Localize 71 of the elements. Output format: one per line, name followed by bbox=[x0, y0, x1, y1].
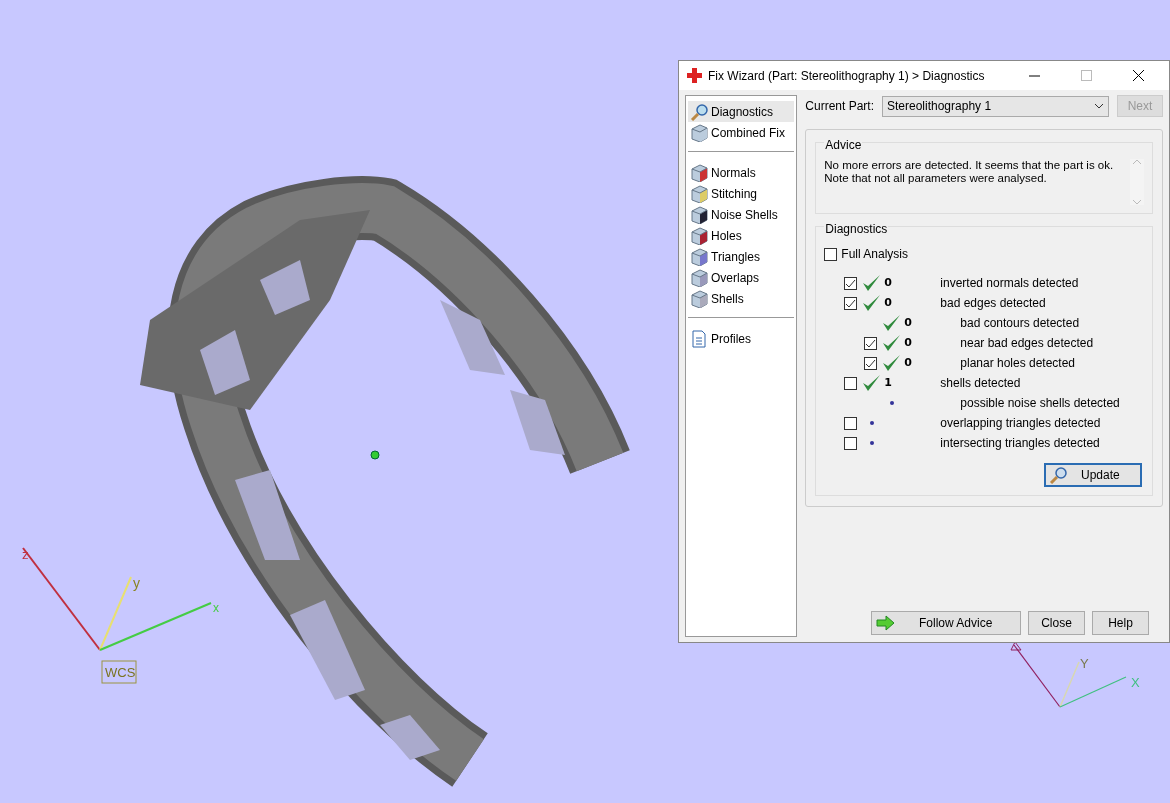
part-dropdown[interactable]: Stereolithography 1 bbox=[882, 95, 1109, 117]
tick-icon bbox=[845, 298, 857, 308]
result-label: bad contours detected bbox=[960, 315, 1080, 332]
checkbox[interactable] bbox=[864, 356, 878, 370]
result-label: near bad edges detected bbox=[960, 335, 1094, 352]
maximize-icon bbox=[1080, 70, 1092, 81]
sidebar-item[interactable]: Profiles bbox=[688, 328, 795, 349]
sidebar-item[interactable]: Combined Fix bbox=[688, 122, 795, 143]
result-label: bad edges detected bbox=[940, 295, 1046, 312]
count-text: 0 bbox=[904, 314, 913, 331]
cube-icon bbox=[690, 268, 708, 287]
tick-icon bbox=[865, 338, 877, 348]
count-text: 0 bbox=[904, 354, 913, 371]
tick-icon bbox=[845, 278, 857, 288]
tick-icon bbox=[865, 358, 877, 368]
axis-label: y bbox=[133, 575, 140, 591]
cube-icon bbox=[690, 247, 708, 266]
scroll-up-icon bbox=[1132, 159, 1142, 165]
checkbox[interactable] bbox=[844, 276, 858, 290]
result-label: inverted normals detected bbox=[940, 275, 1079, 292]
result-label: intersecting triangles detected bbox=[940, 435, 1100, 452]
result-label: possible noise shells detected bbox=[960, 395, 1120, 412]
document-icon bbox=[690, 329, 708, 348]
cube-icon bbox=[690, 289, 708, 308]
axis-label: X bbox=[1131, 675, 1140, 690]
cube-icon bbox=[690, 184, 708, 203]
checkbox[interactable] bbox=[844, 416, 858, 430]
window-title: Fix Wizard (Part: Stereolithography 1) > Diagnostics bbox=[708, 67, 986, 85]
checkbox[interactable] bbox=[844, 376, 858, 390]
help-button[interactable]: Help bbox=[1092, 611, 1149, 635]
result-label: overlapping triangles detected bbox=[940, 415, 1101, 432]
app-icon bbox=[687, 68, 702, 83]
axis-label: x bbox=[213, 601, 219, 615]
cube-icon bbox=[690, 226, 708, 245]
checkbox[interactable] bbox=[844, 296, 858, 310]
result-label: planar holes detected bbox=[960, 355, 1076, 372]
cube-icon bbox=[690, 123, 708, 142]
arrow-right-icon bbox=[876, 614, 895, 632]
checkbox-label: Full Analysis bbox=[841, 246, 908, 263]
update-button[interactable]: Update bbox=[1044, 463, 1142, 487]
count-text: 0 bbox=[884, 294, 893, 311]
sidebar-item[interactable]: Noise Shells bbox=[688, 204, 795, 225]
sidebar-item[interactable]: Stitching bbox=[688, 183, 795, 204]
axis-label: Y bbox=[1080, 656, 1089, 671]
close-icon bbox=[1132, 70, 1144, 81]
count-text: 0 bbox=[884, 274, 893, 291]
cube-icon bbox=[690, 205, 708, 224]
magnifier-icon bbox=[690, 102, 708, 121]
scrollbar[interactable] bbox=[1130, 159, 1144, 205]
follow-advice-button[interactable]: Follow Advice bbox=[871, 611, 1021, 635]
count-text: 1 bbox=[884, 374, 893, 391]
checkbox[interactable] bbox=[824, 247, 838, 261]
pivot-point bbox=[370, 450, 380, 460]
close-button[interactable]: Close bbox=[1028, 611, 1085, 635]
magnifier-icon bbox=[1049, 466, 1067, 484]
wcs-label: WCS bbox=[101, 660, 137, 684]
sidebar-item[interactable]: Overlaps bbox=[688, 267, 795, 288]
chevron-down-icon bbox=[1094, 103, 1104, 109]
checkbox[interactable] bbox=[864, 336, 878, 350]
sidebar-item[interactable]: Triangles bbox=[688, 246, 795, 267]
sidebar-item[interactable]: Holes bbox=[688, 225, 795, 246]
sidebar-item[interactable]: Diagnostics bbox=[688, 101, 795, 122]
scroll-down-icon bbox=[1132, 199, 1142, 205]
checkbox[interactable] bbox=[844, 436, 858, 450]
field-label: Current Part: bbox=[805, 98, 874, 115]
count-text: 0 bbox=[904, 334, 913, 351]
advice-text: No more errors are detected. It seems that the part is ok. Note that not all parameters were analysed. bbox=[824, 159, 1114, 186]
cube-icon bbox=[690, 163, 708, 182]
sidebar-item[interactable]: Shells bbox=[688, 288, 795, 309]
sidebar-item[interactable]: Normals bbox=[688, 162, 795, 183]
result-label: shells detected bbox=[940, 375, 1021, 392]
